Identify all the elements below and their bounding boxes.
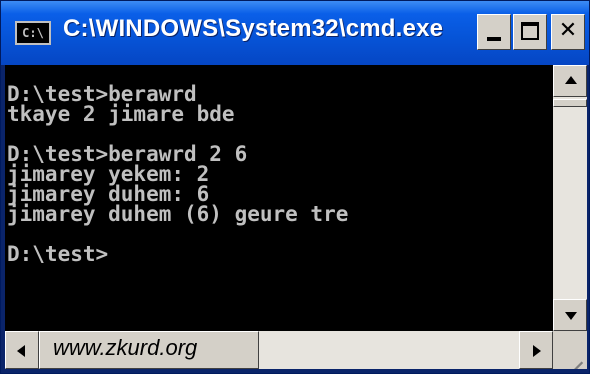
maximize-icon <box>521 22 539 40</box>
window-title: C:\WINDOWS\System32\cmd.exe <box>63 15 444 42</box>
scroll-down-button[interactable] <box>553 299 587 331</box>
scroll-left-button[interactable] <box>5 331 39 369</box>
maximize-button[interactable] <box>513 14 547 50</box>
console-output[interactable]: D:\test>berawrd tkaye 2 jimare bde D:\te… <box>5 65 553 331</box>
console-line: D:\test> <box>7 242 109 266</box>
arrow-left-icon <box>17 345 25 357</box>
close-icon: ✕ <box>558 18 578 43</box>
horizontal-scrollbar[interactable]: www.zkurd.org <box>5 331 587 369</box>
resize-grip-icon[interactable] <box>553 331 587 369</box>
console-line: jimarey duhem (6) geure tre <box>7 202 349 226</box>
minimize-button[interactable] <box>477 14 511 50</box>
console-line: D:\test>berawrd <box>7 82 197 106</box>
console-line: jimarey duhem: 6 <box>7 182 210 206</box>
vertical-scrollbar[interactable] <box>553 65 587 331</box>
console-window: C:\ C:\WINDOWS\System32\cmd.exe ✕ D:\tes… <box>0 0 590 374</box>
scroll-right-button[interactable] <box>519 331 553 369</box>
title-bar[interactable]: C:\ C:\WINDOWS\System32\cmd.exe ✕ <box>1 1 589 65</box>
scroll-up-button[interactable] <box>553 65 587 97</box>
console-line: D:\test>berawrd 2 6 <box>7 142 248 166</box>
console-line: tkaye 2 jimare bde <box>7 102 235 126</box>
cmd-app-icon[interactable]: C:\ <box>15 21 51 45</box>
arrow-up-icon <box>565 76 577 84</box>
arrow-down-icon <box>565 312 577 320</box>
arrow-right-icon <box>533 345 541 357</box>
minimize-icon <box>487 37 501 41</box>
console-line: jimarey yekem: 2 <box>7 162 210 186</box>
close-button[interactable]: ✕ <box>551 14 585 50</box>
console-lines: D:\test>berawrd tkaye 2 jimare bde D:\te… <box>5 65 553 266</box>
watermark-text: www.zkurd.org <box>53 335 198 360</box>
vertical-scroll-thumb[interactable] <box>553 99 587 107</box>
